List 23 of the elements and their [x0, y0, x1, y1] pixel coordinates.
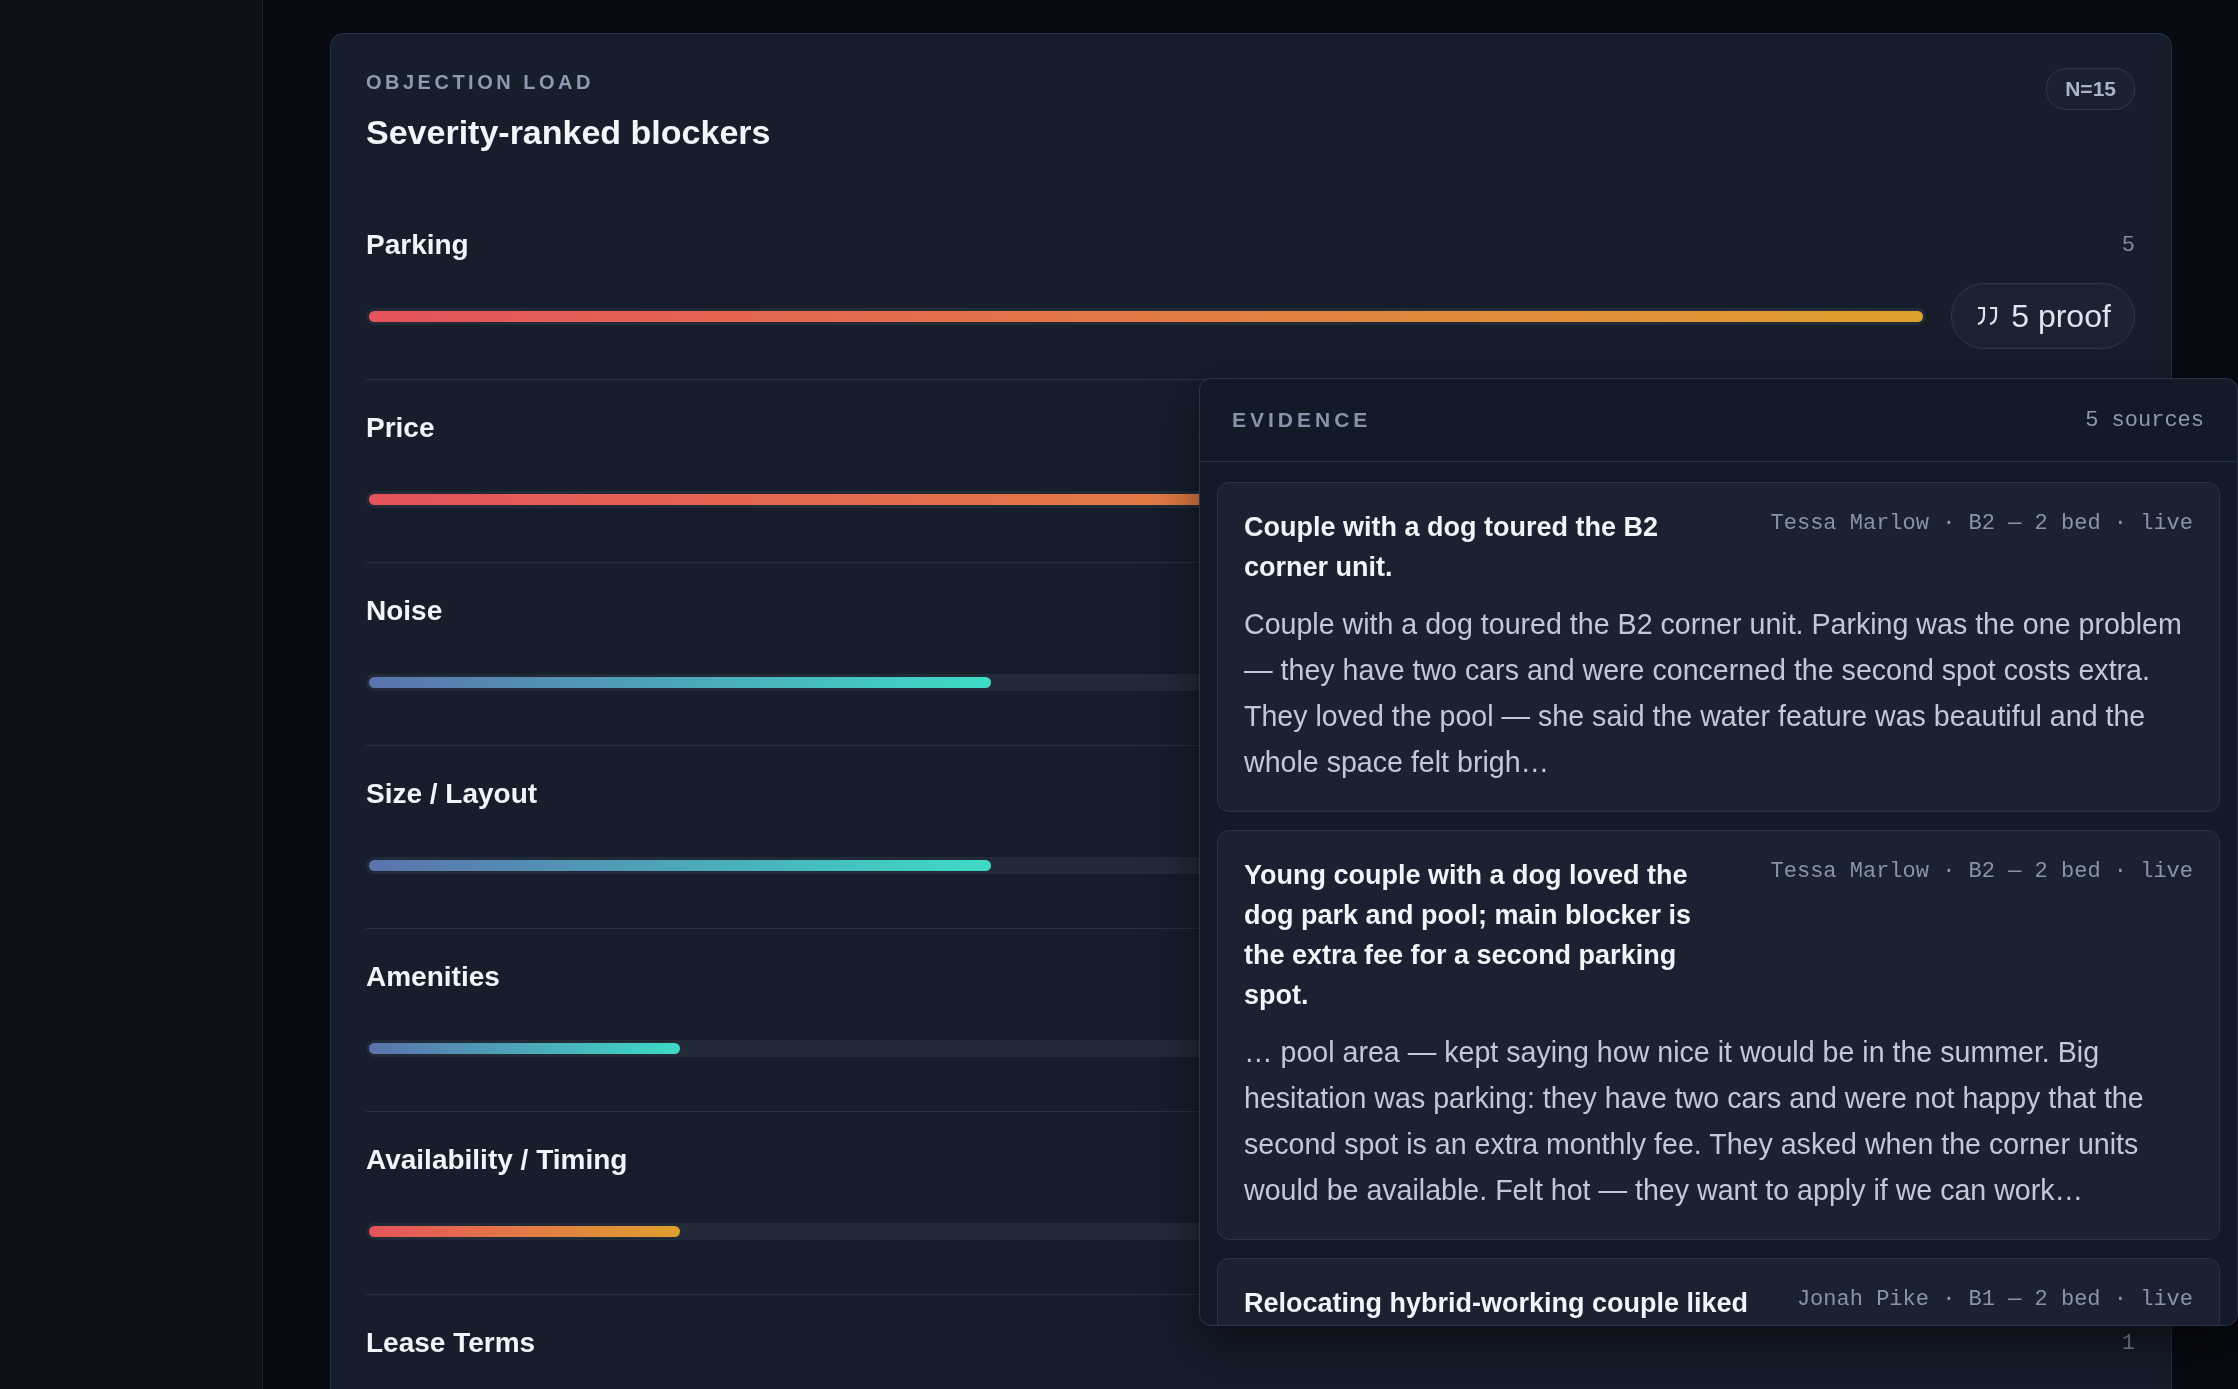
blocker-count: 1 — [2121, 1330, 2135, 1356]
source-meta: Jonah Pike · B1 — 2 bed · live — [1796, 1287, 2193, 1312]
blocker-label: Lease Terms — [366, 1327, 536, 1359]
blocker-label: Price — [366, 412, 435, 444]
section-overline: OBJECTION LOAD — [366, 70, 595, 94]
blocker-label: Amenities — [366, 961, 500, 993]
sample-size-badge: N=15 — [2046, 68, 2135, 110]
evidence-excerpt: … pool area — kept saying how nice it would be in the summer. Big hesitation was parking: they have two cars and were not happy that the second spot is an extra monthly fee. They asked when the corner units would be available. Felt hot — they want to apply if we can work… — [1244, 1035, 2145, 1208]
panel-title: Severity-ranked blockers — [366, 112, 771, 153]
proof-button[interactable]: 5 proof — [1951, 283, 2135, 349]
blocker-label: Availability / Timing — [366, 1144, 628, 1176]
source-meta: Tessa Marlow · B2 — 2 bed · live — [1770, 511, 2193, 536]
evidence-headline: Young couple with a dog loved the dog park and pool; main blocker is the extra fee for a second parking spot. — [1244, 859, 1693, 1012]
evidence-headline: Relocating hybrid-working couple liked — [1244, 1287, 1749, 1320]
blocker-count: 5 — [2121, 232, 2135, 258]
blocker-label: Noise — [366, 595, 443, 627]
evidence-excerpt: Couple with a dog toured the B2 corner unit. Parking was the one problem — they have two cars and were concerned the second spot costs extra. They loved the pool — she said the water feature was beautiful and the whole space felt brigh… — [1244, 607, 2183, 780]
evidence-title: EVIDENCE — [1232, 408, 1372, 432]
source-meta: Tessa Marlow · B2 — 2 bed · live — [1770, 859, 2193, 884]
blocker-label: Parking — [366, 229, 469, 261]
evidence-headline: Couple with a dog toured the B2 corner unit. — [1244, 511, 1659, 584]
blocker-label: Size / Layout — [366, 778, 538, 810]
source-count: 5 sources — [2085, 407, 2204, 433]
